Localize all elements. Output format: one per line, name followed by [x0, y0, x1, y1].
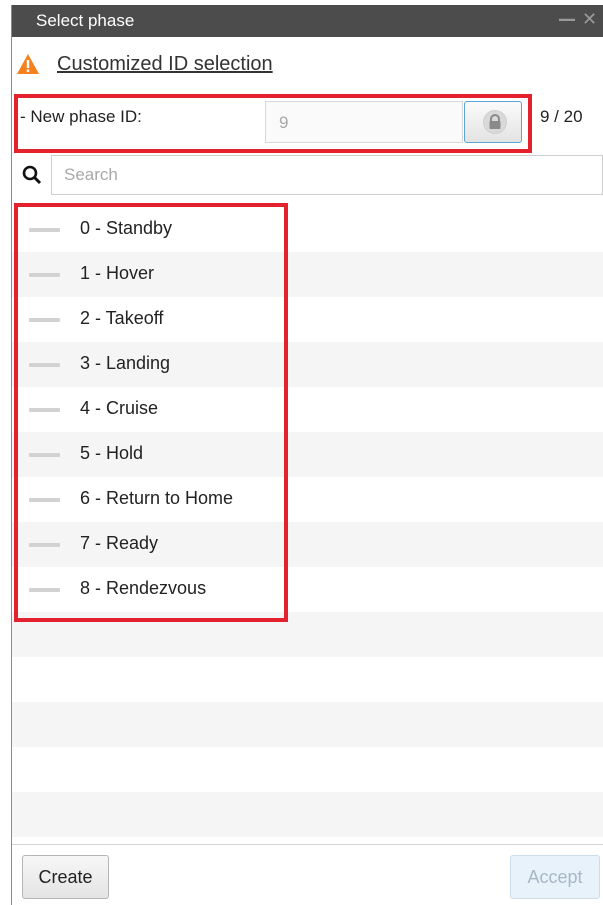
new-phase-id-label: - New phase ID:	[20, 107, 142, 126]
search-input[interactable]	[64, 164, 584, 186]
empty-row	[12, 792, 603, 837]
lock-icon	[489, 114, 501, 129]
close-icon[interactable]: ✕	[582, 9, 597, 30]
lock-button[interactable]	[464, 101, 522, 143]
footer-divider	[12, 844, 603, 845]
customized-id-link[interactable]: Customized ID selection	[57, 53, 273, 76]
empty-row	[12, 747, 603, 792]
new-phase-id-value: 9	[279, 113, 289, 132]
window-title: Select phase	[36, 11, 135, 30]
search-field[interactable]	[51, 155, 603, 195]
title-bar[interactable]: Select phase — ✕	[12, 5, 603, 37]
search-icon	[22, 165, 42, 185]
minimize-icon[interactable]: —	[558, 9, 576, 30]
new-phase-id-input[interactable]: 9	[265, 101, 463, 143]
empty-row	[12, 657, 603, 702]
accept-button[interactable]: Accept	[510, 855, 600, 899]
phase-count: 9 / 20	[540, 107, 583, 126]
warning-triangle-icon	[17, 54, 39, 74]
empty-row	[12, 702, 603, 747]
phase-list-highlight	[14, 203, 288, 622]
create-button[interactable]: Create	[22, 855, 109, 899]
